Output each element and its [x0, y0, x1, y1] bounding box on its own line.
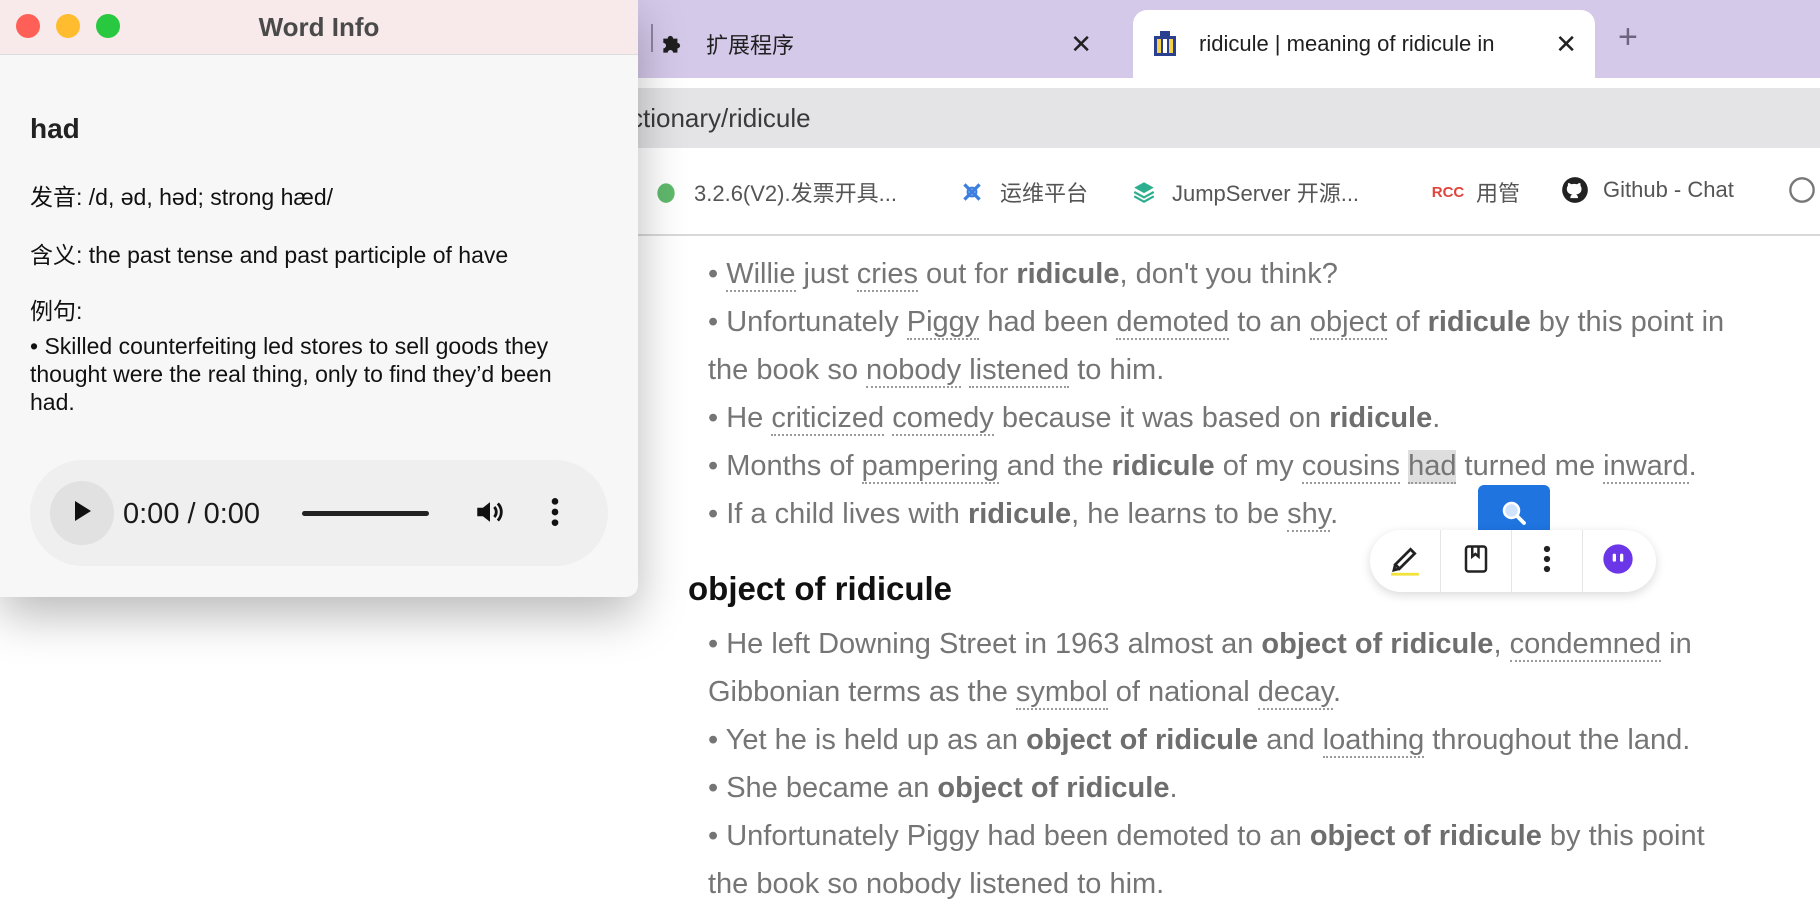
tab-label: ridicule | meaning of ridicule in [1199, 31, 1495, 56]
leaf-icon [652, 178, 680, 206]
bookmark-item[interactable]: 3.2.6(V2).发票开具... [652, 176, 897, 208]
layers-icon [1130, 178, 1158, 206]
window-titlebar: Word Info [0, 0, 638, 55]
audio-player: 0:00 / 0:00 [30, 460, 608, 566]
example-sentence: Gibbonian terms as the symbol of nationa… [708, 676, 1341, 710]
bookmark-item[interactable]: JumpServer 开源... [1130, 176, 1359, 208]
bookmark-label: 运维平台 [1000, 181, 1089, 206]
new-tab-plus-icon[interactable]: + [1618, 18, 1638, 57]
example-sentence: • She became an object of ridicule. [708, 772, 1178, 804]
bookmark-overflow-icon [1788, 176, 1816, 204]
example-sentence: • If a child lives with ridicule, he lea… [708, 498, 1339, 532]
bookmark-item[interactable] [1788, 176, 1820, 204]
more-options-button[interactable] [1512, 530, 1583, 592]
assistant-button[interactable] [1583, 530, 1653, 592]
window-title: Word Info [258, 12, 380, 42]
network-icon [958, 178, 986, 206]
example-sentence: the book so nobody listened to him. [708, 354, 1165, 388]
meaning: 含义: the past tense and past participle o… [30, 242, 509, 268]
bookmark-label: Github - Chat [1603, 177, 1734, 202]
book-icon [1461, 543, 1491, 580]
tab-label: 扩展程序 [706, 33, 795, 58]
assistant-face-icon [1602, 543, 1634, 580]
site-logo-icon [1151, 30, 1179, 58]
tab-extensions[interactable]: 扩展程序 ✕ [640, 10, 1110, 78]
volume-button[interactable] [473, 495, 507, 534]
github-icon [1561, 176, 1589, 204]
tab-close-icon[interactable]: ✕ [1070, 29, 1092, 60]
bookmark-item[interactable]: 运维平台 [958, 176, 1088, 208]
examples-label: 例句: [30, 298, 83, 324]
audio-time: 0:00 / 0:00 [123, 498, 261, 530]
bookmark-label: 3.2.6(V2).发票开具... [694, 181, 897, 206]
more-vertical-icon [550, 498, 560, 532]
example-sentence: • Unfortunately Piggy had been demoted t… [708, 306, 1725, 340]
tab-close-icon[interactable]: ✕ [1555, 29, 1577, 60]
example-sentence: • He left Downing Street in 1963 almost … [708, 628, 1692, 662]
selected-word-had[interactable]: had [1408, 450, 1457, 484]
rcc-icon: RCC [1431, 183, 1465, 201]
headword: had [30, 113, 80, 144]
tab-ridicule[interactable]: ridicule | meaning of ridicule in ✕ [1133, 10, 1595, 78]
magnifier-icon [1499, 498, 1529, 533]
example-sentence: • Unfortunately Piggy had been demoted t… [708, 820, 1705, 852]
pronunciation: 发音: /d, əd, həd; strong hæd/ [30, 184, 333, 210]
bookmark-label: JumpServer 开源... [1172, 181, 1360, 206]
audio-options-button[interactable] [550, 496, 560, 533]
highlight-button[interactable] [1370, 530, 1441, 592]
play-button[interactable] [50, 481, 114, 545]
bookmark-label: 用管 [1476, 181, 1521, 206]
bookmark-item[interactable]: RCC 用管 [1431, 176, 1521, 208]
volume-icon [473, 502, 507, 533]
puzzle-icon [658, 30, 686, 58]
example-sentence: • Willie just cries out for ridicule, do… [708, 258, 1338, 292]
section-heading: object of ridicule [688, 570, 953, 607]
highlighter-icon [1388, 541, 1422, 582]
bookmark-button[interactable] [1441, 530, 1512, 592]
example-text: • Skilled counterfeiting led stores to s… [30, 333, 552, 415]
example-sentence: • He criticized comedy because it was ba… [708, 402, 1441, 436]
audio-progress-bar[interactable] [302, 511, 429, 516]
example-sentence: • Yet he is held up as an object of ridi… [708, 724, 1691, 758]
example-sentence: the book so nobody listened to him. [708, 868, 1165, 900]
more-vertical-icon [1542, 544, 1552, 579]
bookmark-item[interactable]: Github - Chat [1561, 176, 1734, 204]
play-icon [71, 499, 93, 528]
selection-toolbar [1370, 530, 1656, 592]
example-sentence: • Months of pampering and the ridicule o… [708, 450, 1697, 484]
word-info-window: Word Info had 发音: /d, əd, həd; strong hæ… [0, 0, 638, 597]
